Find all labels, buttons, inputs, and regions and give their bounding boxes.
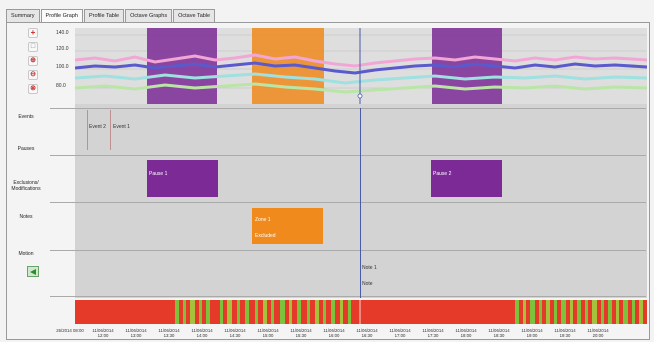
x-axis-label: 11/06/2014 15:00	[257, 328, 279, 338]
x-axis-label: 11/06/2014 20:00	[587, 328, 609, 338]
note-detail: Excluded	[255, 233, 276, 239]
play-motion-button[interactable]	[27, 266, 39, 277]
row-divider	[50, 108, 646, 109]
event-2-label: Event 2	[89, 124, 106, 130]
timeline-bar[interactable]	[75, 300, 647, 324]
tab-summary[interactable]: Summary	[6, 9, 40, 22]
event-2-marker[interactable]	[87, 110, 88, 150]
x-axis-label: 11/06/2014 12:00	[92, 328, 114, 338]
tab-octave-table[interactable]: Octave Table	[173, 9, 216, 22]
tab-octave-graphs[interactable]: Octave Graphs	[125, 9, 173, 22]
zoom-reset-icon[interactable]: ⊗	[28, 84, 38, 94]
row-divider	[50, 155, 646, 156]
x-axis-label: 11/06/2014 14:00	[191, 328, 213, 338]
pause-1-band[interactable]: Pause 1	[147, 160, 218, 197]
x-axis-label: 11/06/2014 16:30	[356, 328, 378, 338]
event-1-marker[interactable]	[110, 110, 111, 150]
pause-1-label: Pause 1	[149, 171, 168, 177]
tab-bar: Summary Profile Graph Profile Table Octa…	[6, 9, 216, 23]
x-axis-label: 11/06/2014 19:00	[521, 328, 543, 338]
timeline-canvas	[75, 300, 647, 324]
row-label-notes: Notes	[19, 214, 33, 220]
note-title: Zone 1	[255, 217, 271, 223]
row-divider	[50, 296, 646, 297]
select-region-icon[interactable]: □	[28, 42, 38, 52]
cursor-handle	[357, 93, 363, 99]
row-divider	[50, 250, 646, 251]
cursor-note-detail: Note	[362, 281, 373, 287]
x-axis-label: 11/06/2014 15:30	[290, 328, 312, 338]
cursor-note-title: Note 1	[362, 265, 377, 271]
row-label-motion: Motion	[18, 251, 34, 257]
row-label-pauses: Pauses	[17, 146, 35, 152]
time-cursor-line[interactable]	[360, 108, 361, 298]
x-axis-label: 11/06/2014 13:30	[158, 328, 180, 338]
app-window: Summary Profile Graph Profile Table Octa…	[0, 0, 654, 342]
tab-profile-table[interactable]: Profile Table	[83, 9, 125, 22]
y-tick: 100.0	[56, 64, 69, 70]
x-axis-label: 11/06/2014 14:30	[224, 328, 246, 338]
add-cursor-icon[interactable]: +	[28, 28, 38, 38]
sound-level-graph[interactable]	[74, 28, 648, 104]
y-tick: 140.0	[56, 30, 69, 36]
x-axis-label: 11/06/2014 19:30	[554, 328, 576, 338]
x-axis-label: 26/2014 08:00	[56, 328, 84, 333]
row-divider	[50, 202, 646, 203]
pause-2-label: Pause 2	[433, 171, 452, 177]
x-axis-label: 11/06/2014 17:00	[389, 328, 411, 338]
x-axis-label: 11/06/2014 17:30	[422, 328, 444, 338]
tab-profile-graph[interactable]: Profile Graph	[40, 9, 83, 23]
graph-toolbar: + □ ⊕ ⊖ ⊗	[28, 28, 40, 98]
row-label-exclusions: Exclusions/ Modifications	[11, 180, 41, 192]
event-1-label: Event 1	[113, 124, 130, 130]
x-axis-label: 11/06/2014 18:00	[455, 328, 477, 338]
graph-canvas	[74, 28, 648, 104]
y-tick: 120.0	[56, 46, 69, 52]
x-axis-label: 11/06/2014 13:00	[125, 328, 147, 338]
x-axis-label: 11/06/2014 16:00	[323, 328, 345, 338]
row-label-events: Events	[18, 114, 34, 120]
zone-1-note-band[interactable]: Zone 1 Excluded	[252, 208, 323, 244]
y-tick: 80.0	[56, 83, 66, 89]
zoom-in-icon[interactable]: ⊕	[28, 56, 38, 66]
zoom-out-icon[interactable]: ⊖	[28, 70, 38, 80]
x-axis-label: 11/06/2014 18:30	[488, 328, 510, 338]
pause-2-band[interactable]: Pause 2	[431, 160, 502, 197]
